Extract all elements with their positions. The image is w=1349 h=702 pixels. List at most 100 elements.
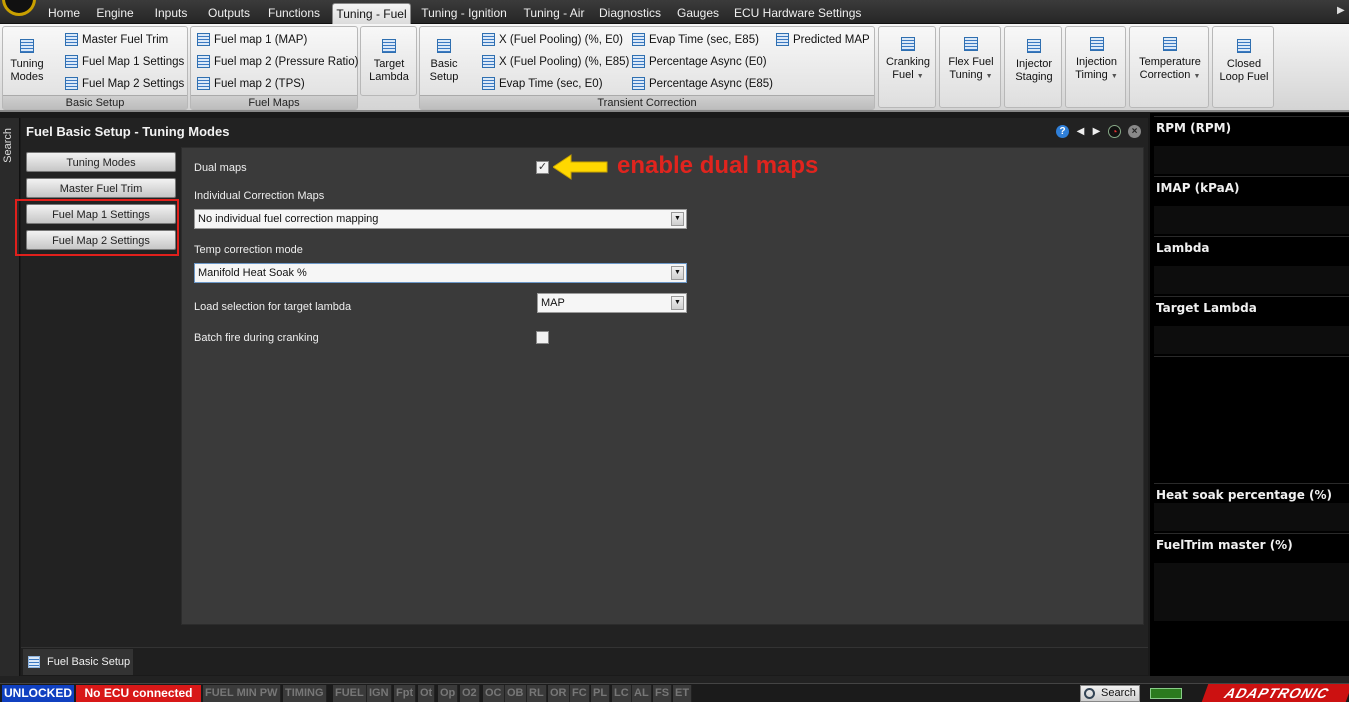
percentage-async-e0-button[interactable]: Percentage Async (E0) [632,53,767,71]
search-button[interactable]: Search [1080,685,1140,702]
temp-correction-mode-value: Manifold Heat Soak % [198,267,307,279]
search-icon [1084,688,1095,699]
fuel-map-1-map-button[interactable]: Fuel map 1 (MAP) [197,31,307,49]
document-tab-strip: Fuel Basic Setup [21,647,1148,675]
table-icon [65,55,78,69]
table-icon [901,37,915,51]
tab-ecu-hardware-settings[interactable]: ECU Hardware Settings [734,3,861,24]
menu-bar: Home Engine Inputs Outputs Functions Tun… [0,0,1349,24]
table-icon [197,77,210,91]
fuel-map-2-tps-button[interactable]: Fuel map 2 (TPS) [197,75,305,93]
nav-master-fuel-trim[interactable]: Master Fuel Trim [26,178,176,198]
forward-arrow-icon[interactable]: ▶ [1090,125,1103,138]
temp-correction-mode-select[interactable]: Manifold Heat Soak % ▼ [194,263,687,283]
collapse-ribbon-icon[interactable]: ▶ [1337,5,1347,17]
gauge-lambda[interactable]: Lambda [1154,236,1349,294]
tab-fuel-basic-setup[interactable]: Fuel Basic Setup [23,649,133,675]
fuel-map-2-pressure-ratio-button[interactable]: Fuel map 2 (Pressure Ratio) [197,53,358,71]
gauge-rpm[interactable]: RPM (RPM) [1154,116,1349,174]
dual-maps-checkbox[interactable]: ✓ [536,161,549,174]
group-label-basic-setup: Basic Setup [3,95,187,109]
table-icon [437,39,451,53]
gauge-label: IMAP (kPaA) [1156,181,1240,195]
gauge-imap[interactable]: IMAP (kPaA) [1154,176,1349,234]
percentage-async-e85-button[interactable]: Percentage Async (E85) [632,75,773,93]
settings-form: Dual maps ✓ enable dual maps Individual … [181,147,1144,625]
group-label-transient-correction: Transient Correction [420,95,874,109]
fuel-pooling-e85-button[interactable]: X (Fuel Pooling) (%, E85) [482,53,629,71]
ecu-connection-status[interactable]: No ECU connected [76,685,201,702]
master-fuel-trim-button[interactable]: Master Fuel Trim [65,31,168,49]
fuel-basic-setup-panel: Fuel Basic Setup - Tuning Modes ? ◀ ▶ ◔ … [15,118,1148,648]
ribbon-injector-staging: Injector Staging [1004,26,1062,108]
dropdown-caret-icon: ▼ [1193,73,1201,80]
nav-tuning-modes[interactable]: Tuning Modes [26,152,176,172]
tab-tuning-ignition[interactable]: Tuning - Ignition [420,3,508,24]
percentage-async-e85-label: Percentage Async (E85) [649,78,774,90]
tab-inputs[interactable]: Inputs [151,3,191,24]
tab-gauges[interactable]: Gauges [676,3,720,24]
injector-staging-button[interactable]: Injector Staging [1007,39,1061,84]
close-icon[interactable]: × [1128,125,1141,138]
gauge-label: Heat soak percentage (%) [1156,488,1333,502]
app-logo[interactable] [2,0,36,16]
status-lc: LC [612,685,632,702]
dropdown-caret-icon: ▼ [985,73,993,80]
tab-functions[interactable]: Functions [266,3,322,24]
status-et: ET [673,685,693,702]
status-o2: O2 [460,685,480,702]
tab-tuning-air[interactable]: Tuning - Air [521,3,587,24]
predicted-map-button[interactable]: Predicted MAP [776,31,870,49]
table-icon [382,39,396,53]
tab-diagnostics[interactable]: Diagnostics [599,3,661,24]
tab-tuning-fuel[interactable]: Tuning - Fuel [332,3,411,24]
individual-correction-maps-select[interactable]: No individual fuel correction mapping ▼ [194,209,687,229]
tab-fuel-basic-setup-label: Fuel Basic Setup [47,656,131,668]
table-icon [20,39,34,53]
temperature-correction-button[interactable]: Temperature Correction ▼ [1132,37,1208,83]
status-op: Op [438,685,459,702]
tab-outputs[interactable]: Outputs [205,3,253,24]
gauge-heat-soak-percentage[interactable]: Heat soak percentage (%) [1154,483,1349,531]
target-lambda-label: Target Lambda [369,58,409,83]
target-lambda-button[interactable]: Target Lambda [363,39,415,84]
fuel-map-2-settings-label: Fuel Map 2 Settings [82,78,185,90]
fuel-map-1-settings-button[interactable]: Fuel Map 1 Settings [65,53,184,71]
status-or: OR [548,685,570,702]
fuel-map-2-settings-button[interactable]: Fuel Map 2 Settings [65,75,184,93]
gauge-label: Lambda [1156,241,1210,255]
unlocked-badge[interactable]: UNLOCKED [2,685,74,702]
gauge-label: Target Lambda [1156,301,1257,315]
tab-engine[interactable]: Engine [94,3,136,24]
brand-logo: ADAPTRONIC [1201,684,1349,702]
transient-basic-setup-button[interactable]: Basic Setup [422,39,466,84]
fuel-pooling-e0-button[interactable]: X (Fuel Pooling) (%, E0) [482,31,623,49]
panel-title: Fuel Basic Setup - Tuning Modes [26,124,230,139]
tab-home[interactable]: Home [46,3,82,24]
load-selection-select[interactable]: MAP ▼ [537,293,687,313]
gauge-target-lambda[interactable]: Target Lambda [1154,296,1349,354]
injection-timing-button[interactable]: Injection Timing ▼ [1068,37,1125,83]
flex-fuel-tuning-button[interactable]: Flex Fuel Tuning ▼ [942,37,1000,83]
cranking-fuel-button[interactable]: Cranking Fuel ▼ [881,37,935,83]
gauge-empty-slot [1154,356,1349,481]
batch-fire-checkbox[interactable] [536,331,549,344]
back-arrow-icon[interactable]: ◀ [1074,125,1087,138]
transient-basic-setup-label: Basic Setup [429,58,459,83]
help-icon[interactable]: ? [1056,125,1069,138]
closed-loop-fuel-button[interactable]: Closed Loop Fuel [1215,39,1273,84]
injector-staging-label: Injector Staging [1015,58,1053,83]
temp-correction-mode-label: Temp correction mode [194,244,303,256]
closed-loop-fuel-label: Closed Loop Fuel [1219,58,1269,83]
evap-time-e0-button[interactable]: Evap Time (sec, E0) [482,75,603,93]
gauge-icon[interactable]: ◔ [1108,125,1121,138]
evap-time-e85-label: Evap Time (sec, E85) [649,34,759,46]
tuning-modes-button[interactable]: Tuning Modes [5,39,49,84]
evap-time-e85-button[interactable]: Evap Time (sec, E85) [632,31,759,49]
gauge-value-area [1154,326,1349,354]
table-icon [632,55,645,69]
status-fuel-min-pw: FUEL MIN PW [203,685,281,702]
status-fc: FC [570,685,590,702]
status-ign: IGN [367,685,392,702]
gauge-fueltrim-master[interactable]: FuelTrim master (%) [1154,533,1349,621]
